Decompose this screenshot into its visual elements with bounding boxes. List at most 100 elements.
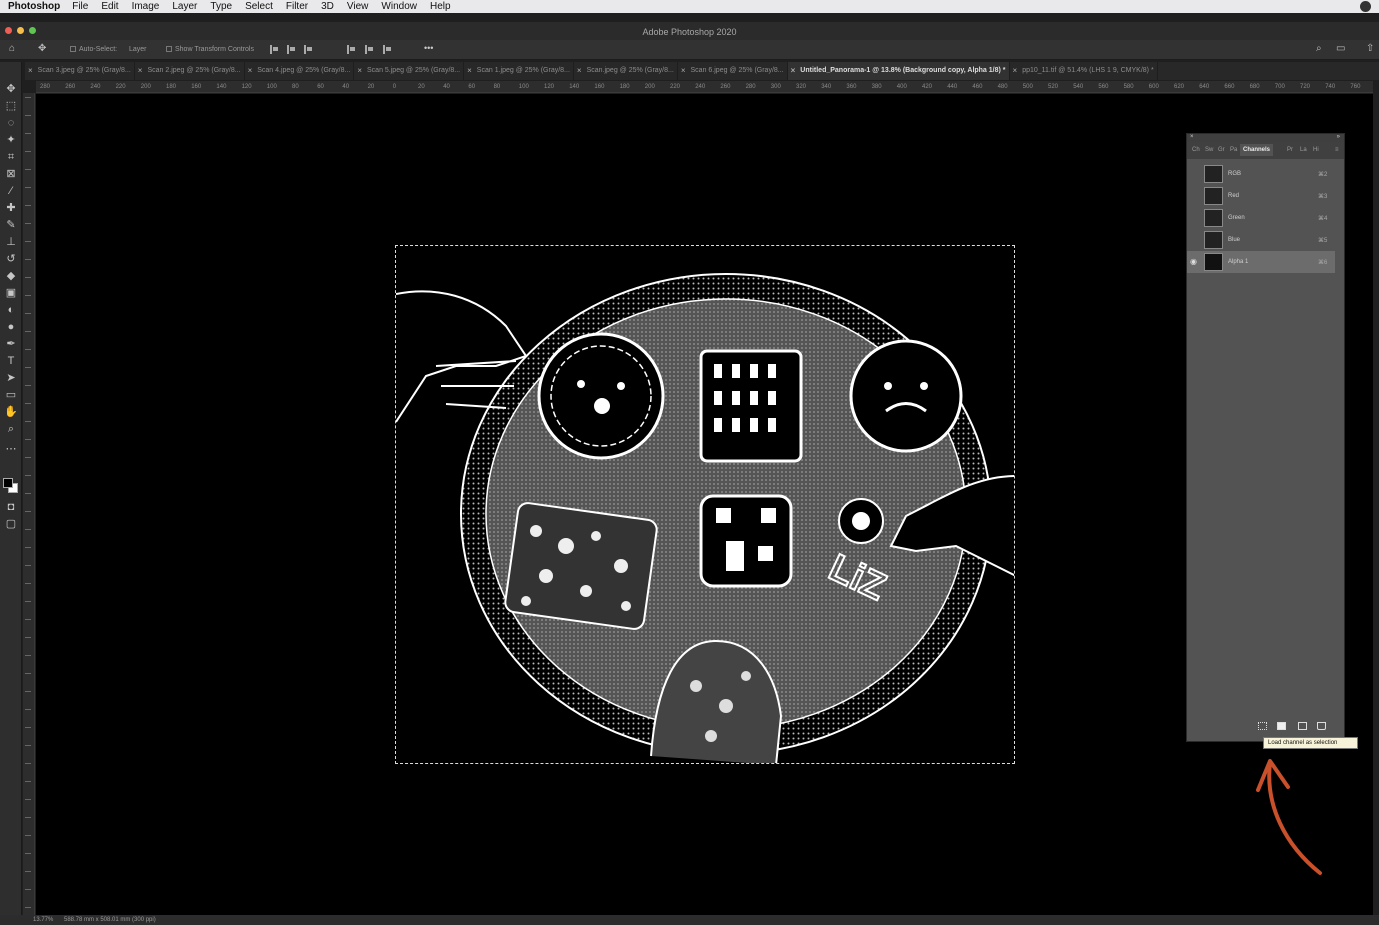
more-options-button[interactable]: ••• xyxy=(424,43,433,53)
menu-layer[interactable]: Layer xyxy=(172,1,197,12)
eyedropper-tool-icon[interactable]: ⁄ xyxy=(4,184,18,198)
document-tab[interactable]: × Scan 2.jpeg @ 25% (Gray/8... xyxy=(135,62,245,80)
menu-window[interactable]: Window xyxy=(381,1,417,12)
menu-app-name[interactable]: Photoshop xyxy=(8,1,60,12)
brush-tool-icon[interactable]: ✎ xyxy=(4,218,18,232)
move-tool-icon[interactable]: ✥ xyxy=(4,82,18,96)
menu-help[interactable]: Help xyxy=(430,1,451,12)
trash-icon[interactable] xyxy=(1317,722,1326,730)
close-tab-icon[interactable]: × xyxy=(138,62,143,80)
align-bottom-icon[interactable] xyxy=(383,45,392,54)
vertical-ruler[interactable] xyxy=(23,93,35,915)
edit-toolbar-icon[interactable]: ⋯ xyxy=(4,442,18,456)
load-channel-as-selection-button[interactable] xyxy=(1277,722,1286,730)
document-canvas[interactable]: LiZ xyxy=(395,245,1015,764)
document-tab[interactable]: × pp10_11.tif @ 51.4% (LHS 1 9, CMYK/8) * xyxy=(1010,62,1158,80)
crop-tool-icon[interactable]: ⌗ xyxy=(4,150,18,164)
zoom-tool-icon[interactable]: ⌕ xyxy=(4,422,18,436)
close-tab-icon[interactable]: × xyxy=(681,62,686,80)
workspace-icon[interactable]: ▭ xyxy=(1336,44,1345,54)
channel-row-blue[interactable]: Blue ⌘5 xyxy=(1187,229,1335,251)
auto-select-dropdown[interactable]: Layer xyxy=(129,46,147,53)
close-tab-icon[interactable]: × xyxy=(248,62,253,80)
align-right-icon[interactable] xyxy=(304,45,313,54)
align-top-icon[interactable] xyxy=(347,45,356,54)
gradient-tool-icon[interactable]: ▣ xyxy=(4,286,18,300)
tab-layers[interactable]: La xyxy=(1300,147,1307,153)
document-tab[interactable]: × Scan 3.jpeg @ 25% (Gray/8... xyxy=(25,62,135,80)
visibility-eye-icon[interactable]: ◉ xyxy=(1190,257,1197,266)
close-tab-icon[interactable]: × xyxy=(28,62,33,80)
tab-channels[interactable]: Channels xyxy=(1240,144,1274,156)
close-tab-icon[interactable]: × xyxy=(577,62,582,80)
share-icon[interactable]: ⇧ xyxy=(1366,44,1374,54)
tab-paths[interactable]: Pa xyxy=(1230,147,1237,153)
channel-row-alpha[interactable]: ◉ Alpha 1 ⌘6 xyxy=(1187,251,1335,273)
eraser-tool-icon[interactable]: ◆ xyxy=(4,269,18,283)
tab-swatches[interactable]: Sw xyxy=(1205,147,1213,153)
menu-3d[interactable]: 3D xyxy=(321,1,334,12)
menu-edit[interactable]: Edit xyxy=(101,1,118,12)
blur-tool-icon[interactable]: ◐ xyxy=(4,303,18,317)
close-tab-icon[interactable]: × xyxy=(467,62,472,80)
align-left-icon[interactable] xyxy=(270,45,279,54)
screen-mode-icon[interactable]: ▢ xyxy=(4,517,18,531)
zoom-level[interactable]: 13.77% xyxy=(33,917,53,923)
align-center-icon[interactable] xyxy=(287,45,296,54)
close-tab-icon[interactable]: × xyxy=(357,62,362,80)
frame-tool-icon[interactable]: ⊠ xyxy=(4,167,18,181)
menu-filter[interactable]: Filter xyxy=(286,1,308,12)
pen-tool-icon[interactable]: ✒ xyxy=(4,337,18,351)
quick-mask-icon[interactable]: ◘ xyxy=(4,500,18,514)
tab-gradients[interactable]: Gr xyxy=(1218,147,1225,153)
document-tab[interactable]: × Scan.jpeg @ 25% (Gray/8... xyxy=(574,62,678,80)
collapse-panel-icon[interactable]: » xyxy=(1337,134,1340,140)
search-icon[interactable]: ⌕ xyxy=(1316,44,1322,54)
close-tab-icon[interactable]: × xyxy=(1013,62,1018,80)
close-tab-icon[interactable]: × xyxy=(791,62,796,80)
dodge-tool-icon[interactable]: ● xyxy=(4,320,18,334)
clone-stamp-tool-icon[interactable]: ⊥ xyxy=(4,235,18,249)
ruler-tick-label: 120 xyxy=(544,84,555,90)
ruler-tick-label: 160 xyxy=(594,84,605,90)
history-brush-tool-icon[interactable]: ↺ xyxy=(4,252,18,266)
document-tab[interactable]: × Scan 1.jpeg @ 25% (Gray/8... xyxy=(464,62,574,80)
magic-wand-tool-icon[interactable]: ✦ xyxy=(4,133,18,147)
hand-tool-icon[interactable]: ✋ xyxy=(4,405,18,419)
tab-history[interactable]: Hi xyxy=(1313,147,1319,153)
show-transform-checkbox[interactable]: Show Transform Controls xyxy=(166,46,254,53)
menu-image[interactable]: Image xyxy=(132,1,160,12)
document-tab-active[interactable]: × Untitled_Panorama-1 @ 13.8% (Background… xyxy=(787,62,1010,80)
menu-select[interactable]: Select xyxy=(245,1,273,12)
channel-row-rgb[interactable]: RGB ⌘2 xyxy=(1187,163,1335,185)
rectangle-tool-icon[interactable]: ▭ xyxy=(4,388,18,402)
type-tool-icon[interactable]: T xyxy=(4,354,18,368)
dotted-circle-icon[interactable] xyxy=(1258,722,1267,730)
channel-thumbnail xyxy=(1204,231,1223,249)
ruler-tick-label: 220 xyxy=(670,84,681,90)
auto-select-checkbox[interactable]: Auto-Select: xyxy=(70,46,117,53)
path-selection-tool-icon[interactable]: ➤ xyxy=(4,371,18,385)
foreground-color-swatch[interactable] xyxy=(3,478,13,488)
home-icon[interactable]: ⌂ xyxy=(9,44,15,54)
healing-brush-tool-icon[interactable]: ✚ xyxy=(4,201,18,215)
menu-view[interactable]: View xyxy=(347,1,369,12)
menu-file[interactable]: File xyxy=(72,1,88,12)
align-middle-icon[interactable] xyxy=(365,45,374,54)
document-tab[interactable]: × Scan 4.jpeg @ 25% (Gray/8... xyxy=(245,62,355,80)
marquee-tool-icon[interactable]: ⬚ xyxy=(4,99,18,113)
close-panel-icon[interactable]: × xyxy=(1190,134,1194,140)
horizontal-ruler[interactable]: 280 260 240 220 200 180 160 140 120 100 80 60 40 20 0 2… xyxy=(36,81,1373,93)
channel-row-red[interactable]: Red ⌘3 xyxy=(1187,185,1335,207)
menu-type[interactable]: Type xyxy=(210,1,232,12)
tab-character[interactable]: Ch xyxy=(1192,147,1200,153)
tab-properties[interactable]: Pr xyxy=(1287,147,1293,153)
move-tool-preset-icon[interactable]: ✥ xyxy=(38,44,46,54)
new-channel-icon[interactable] xyxy=(1298,722,1307,730)
creative-cloud-icon[interactable] xyxy=(1360,1,1371,12)
panel-menu-icon[interactable]: ≡ xyxy=(1335,147,1339,153)
document-tab[interactable]: × Scan 6.jpeg @ 25% (Gray/8... xyxy=(678,62,788,80)
lasso-tool-icon[interactable]: ◌ xyxy=(4,116,18,130)
document-tab[interactable]: × Scan 5.jpeg @ 25% (Gray/8... xyxy=(354,62,465,80)
channel-row-green[interactable]: Green ⌘4 xyxy=(1187,207,1335,229)
